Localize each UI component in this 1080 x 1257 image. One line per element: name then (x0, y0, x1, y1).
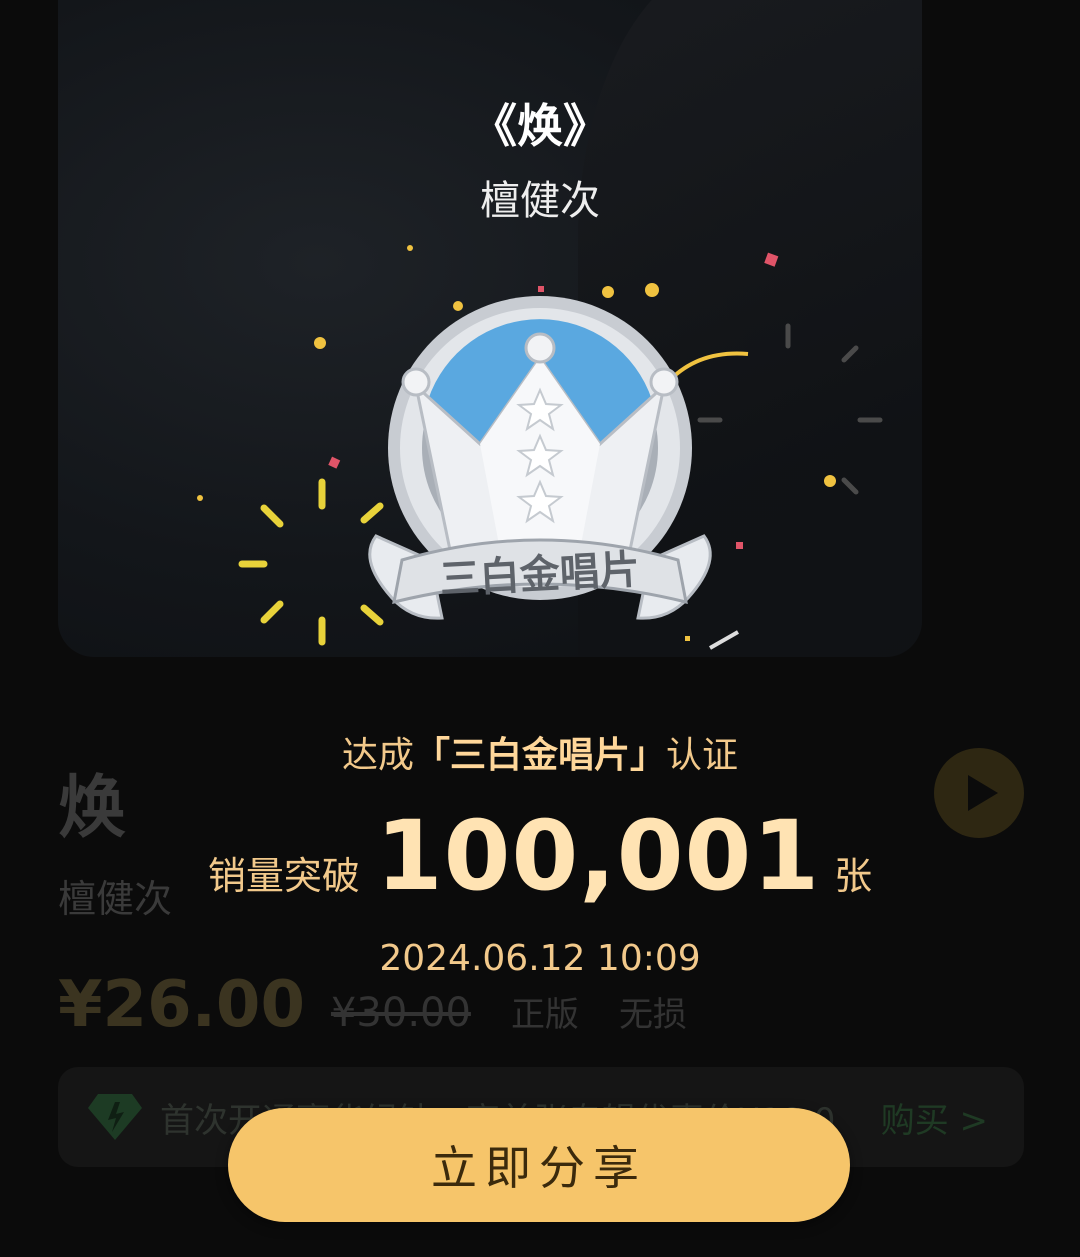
share-now-button[interactable]: 立即分享 (228, 1108, 850, 1222)
achievement-line: 达成「三白金唱片」认证 (0, 726, 1080, 778)
certification-overlay: 《焕》 檀健次 三白金唱片 达成「三白金唱片」认证 销量突破 100,001 张… (0, 0, 1080, 1257)
sales-unit: 张 (834, 854, 873, 898)
achievement-date: 2024.06.12 10:09 (379, 938, 701, 979)
artist-name: 檀健次 (480, 178, 600, 224)
medal: 三白金唱片 (368, 296, 712, 620)
fireworks-left (238, 478, 384, 646)
streamer (668, 351, 749, 382)
achievement-prefix: 达成 (341, 735, 414, 776)
share-button-label: 立即分享 (431, 1141, 647, 1195)
sales-prefix: 销量突破 (207, 854, 360, 898)
sales-line: 销量突破 100,001 张 (0, 800, 1080, 912)
badge-label: 三白金唱片 (439, 547, 641, 603)
achievement-suffix: 认证 (666, 735, 739, 776)
sales-number: 100,001 (375, 800, 821, 912)
triple-platinum-badge: 三白金唱片 (197, 245, 883, 650)
achievement-highlight: 「三白金唱片」 (413, 735, 666, 776)
fireworks-right (697, 323, 883, 495)
streamer-white (709, 630, 739, 650)
album-title: 《焕》 (471, 99, 609, 153)
